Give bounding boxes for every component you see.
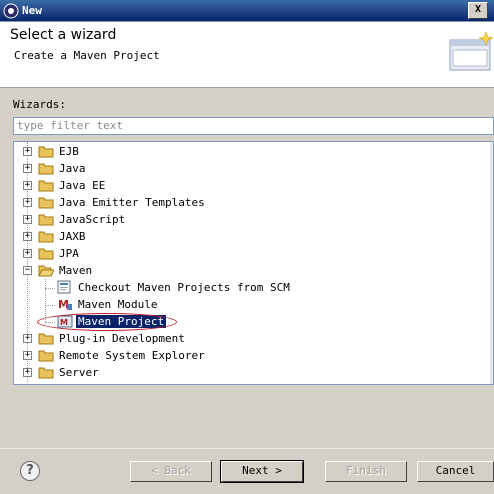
- wizards-label: Wizards:: [13, 98, 66, 111]
- tree-item-label: Plug-in Development: [59, 332, 185, 345]
- tree-item-maven-module[interactable]: M Maven Module: [14, 296, 484, 313]
- tree-item-java-emitter-templates[interactable]: + Java Emitter Templates: [14, 194, 484, 211]
- tree-item-label: JAXB: [59, 230, 86, 243]
- tree-item-label: Java: [59, 162, 86, 175]
- page-title: Select a wizard: [10, 27, 117, 43]
- tree-item-label: Java EE: [59, 179, 106, 192]
- maven-project-icon: M: [57, 315, 73, 328]
- folder-icon: [38, 197, 54, 209]
- folder-icon: [38, 214, 54, 226]
- tree-item-label: Java Emitter Templates: [59, 196, 205, 209]
- folder-icon: [38, 180, 54, 192]
- tree-item-maven[interactable]: − Maven: [14, 262, 484, 279]
- tree-item-label: Remote System Explorer: [59, 349, 205, 362]
- tree-item-label: EJB: [59, 145, 79, 158]
- cancel-button[interactable]: Cancel: [417, 461, 494, 482]
- tree-item-remote-system-explorer[interactable]: + Remote System Explorer: [14, 347, 484, 364]
- folder-icon: [38, 350, 54, 362]
- expand-plus-icon[interactable]: +: [23, 181, 32, 190]
- collapse-minus-icon[interactable]: −: [23, 266, 32, 275]
- wizard-banner-icon: [449, 31, 494, 71]
- window-titlebar: New X: [0, 0, 494, 22]
- tree-item-plugin-development[interactable]: + Plug-in Development: [14, 330, 484, 347]
- tree-item-java-ee[interactable]: + Java EE: [14, 177, 484, 194]
- eclipse-app-icon: [3, 3, 19, 19]
- tree-item-java[interactable]: + Java: [14, 160, 484, 177]
- tree-item-ejb[interactable]: + EJB: [14, 143, 484, 160]
- expand-plus-icon[interactable]: +: [23, 198, 32, 207]
- help-icon[interactable]: ?: [20, 461, 40, 481]
- tree-item-label: Maven Project: [76, 315, 167, 328]
- window-title: New: [22, 4, 42, 17]
- tree-item-jaxb[interactable]: + JAXB: [14, 228, 484, 245]
- folder-open-icon: [38, 265, 54, 277]
- tree-item-label: Maven Module: [78, 298, 158, 311]
- expand-plus-icon[interactable]: +: [23, 147, 32, 156]
- folder-icon: [38, 367, 54, 379]
- maven-module-icon: M: [58, 298, 72, 311]
- wizard-header: Select a wizard Create a Maven Project: [0, 22, 494, 88]
- folder-icon: [38, 163, 54, 175]
- filter-input[interactable]: type filter text: [13, 117, 494, 135]
- tree-item-label: JPA: [59, 247, 79, 260]
- back-button[interactable]: < Back: [130, 461, 212, 482]
- tree-scrollbar[interactable]: [490, 142, 493, 384]
- folder-icon: [38, 231, 54, 243]
- expand-plus-icon[interactable]: +: [23, 164, 32, 173]
- close-button[interactable]: X: [468, 2, 488, 19]
- expand-plus-icon[interactable]: +: [23, 368, 32, 377]
- tree-item-label: JavaScript: [59, 213, 126, 226]
- tree-item-maven-project[interactable]: M Maven Project: [14, 313, 484, 330]
- page-description: Create a Maven Project: [14, 49, 160, 62]
- tree-item-label: Server: [59, 366, 99, 379]
- maven-checkout-icon: [57, 280, 71, 294]
- tree-item-javascript[interactable]: + JavaScript: [14, 211, 484, 228]
- tree-item-checkout-maven-scm[interactable]: Checkout Maven Projects from SCM: [14, 279, 484, 296]
- expand-plus-icon[interactable]: +: [23, 215, 32, 224]
- next-button[interactable]: Next >: [220, 460, 304, 483]
- tree-item-server[interactable]: + Server: [14, 364, 484, 381]
- folder-icon: [38, 248, 54, 260]
- finish-button[interactable]: Finish: [325, 461, 407, 482]
- expand-plus-icon[interactable]: +: [23, 334, 32, 343]
- expand-plus-icon[interactable]: +: [23, 351, 32, 360]
- expand-plus-icon[interactable]: +: [23, 249, 32, 258]
- folder-icon: [38, 146, 54, 158]
- tree-item-jpa[interactable]: + JPA: [14, 245, 484, 262]
- expand-plus-icon[interactable]: +: [23, 232, 32, 241]
- tree-item-label: Checkout Maven Projects from SCM: [78, 281, 290, 294]
- wizard-tree[interactable]: + EJB + Java + Java EE + Java Emitter Te…: [13, 141, 494, 385]
- tree-item-label: Maven: [59, 264, 93, 277]
- folder-icon: [38, 333, 54, 345]
- svg-text:M: M: [60, 318, 68, 327]
